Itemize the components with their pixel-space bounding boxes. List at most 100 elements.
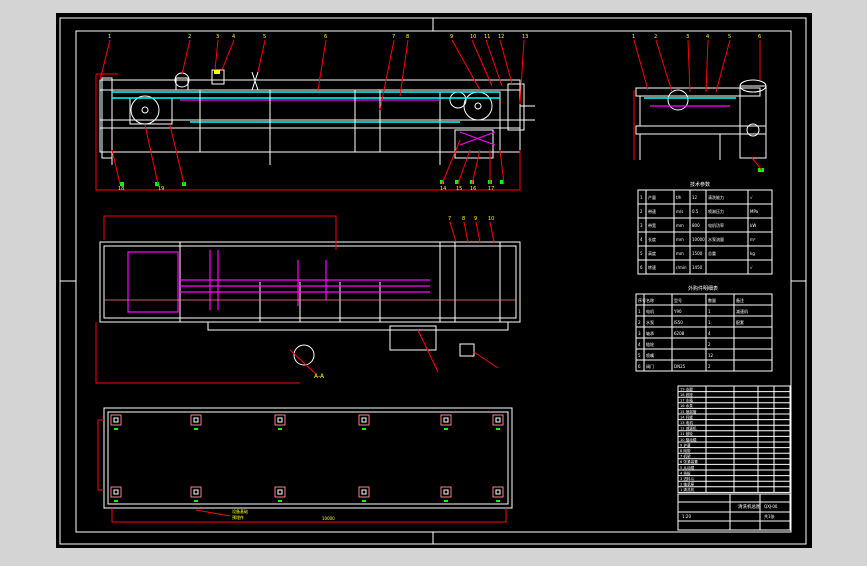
callout-label: 3 xyxy=(686,34,689,40)
table-cell: 转速 xyxy=(648,264,656,270)
table-cell: 电机 xyxy=(646,308,654,314)
table-cell: kg xyxy=(750,251,755,256)
bom-row: 14 托辊 xyxy=(680,414,693,419)
callout-label: 5 xyxy=(728,34,731,40)
table-cell: m/s xyxy=(676,209,683,214)
base-note-2: 预埋件 xyxy=(232,514,244,520)
bom-row: 9 护罩 xyxy=(680,442,691,447)
bom-row: 16 水泵 xyxy=(680,403,693,408)
callout-label: 17 xyxy=(488,186,494,192)
table-cell: 带宽 xyxy=(648,222,656,228)
callout-label: 13 xyxy=(522,34,528,40)
title-block-drawing-no: QXJ-00 xyxy=(764,504,778,509)
table-cell: kW xyxy=(750,223,756,228)
bom-row: 15 喷淋管 xyxy=(680,409,697,414)
table-cell: 800 xyxy=(692,223,700,228)
title-block-name: 清洗机总图 xyxy=(738,503,761,510)
table-cell: mm xyxy=(676,237,684,242)
callout-label: 11 xyxy=(484,34,490,40)
pad-marker xyxy=(278,500,282,502)
callout-label: 1 xyxy=(108,34,111,40)
bom-row: 6 张紧装置 xyxy=(680,459,698,464)
callout-label: 6 xyxy=(324,34,327,40)
bom-row: 8 网带 xyxy=(680,448,691,453)
bom-row: 10 驱动辊 xyxy=(680,437,697,442)
callout-label: 2 xyxy=(188,34,191,40)
table-cell: 6208 xyxy=(674,331,685,336)
table-cell: r/min xyxy=(676,265,687,270)
table-cell: 喷嘴 xyxy=(646,352,654,358)
pad-marker xyxy=(362,428,366,430)
bom-row: 18 底座 xyxy=(680,392,693,397)
bom-row: 7 机架 xyxy=(680,454,691,459)
callout-label: 2 xyxy=(654,34,657,40)
table-cell: 链轮 xyxy=(646,341,654,347)
table-cell: 10000 xyxy=(692,237,705,242)
table-header: 名称 xyxy=(646,297,654,303)
pad-marker xyxy=(194,500,198,502)
table-cell: 长度 xyxy=(648,236,656,242)
bom-row: 17 水箱 xyxy=(680,398,693,403)
bom-row: 3 进料斗 xyxy=(680,476,695,481)
callout-label: 4 xyxy=(232,34,235,40)
pad-marker xyxy=(114,428,118,430)
callout-label: 15 xyxy=(456,186,462,192)
cad-viewport[interactable]: 1 2 3 4 5 6 7 8 9 10 11 12 13 14 15 16 17 18 19 12 xyxy=(0,0,867,562)
table-cell: t/h xyxy=(676,195,682,200)
table-cell: 12 xyxy=(692,195,698,200)
section-label: A-A xyxy=(314,373,325,380)
bom-row: 2 轴承座 xyxy=(680,482,695,487)
bom-row: 4 挡板 xyxy=(680,470,691,475)
callout-label: 8 xyxy=(462,216,465,222)
bom-row: 5 从动辊 xyxy=(680,465,695,470)
callout-label: 7 xyxy=(448,216,451,222)
table-header: 备注 xyxy=(736,297,744,303)
table-cell: MPa xyxy=(750,209,759,214)
title-block-sheet: 共1张 xyxy=(764,513,775,519)
table-cell: 清洗能力 xyxy=(708,194,724,200)
table-cell: 减速机 xyxy=(736,308,748,314)
table-cell: 水泵 xyxy=(646,319,654,325)
tech-table-title: 技术参数 xyxy=(690,181,710,188)
pad-marker xyxy=(114,500,118,502)
table-header: 型号 xyxy=(674,297,682,303)
table-cell: 轴承 xyxy=(646,330,654,336)
callout-label: 3 xyxy=(216,34,219,40)
pad-marker xyxy=(278,428,282,430)
callout-label: 9 xyxy=(474,216,477,222)
callout-label: 14 xyxy=(440,186,446,192)
table-cell: √ xyxy=(750,265,753,270)
bom-row: 11 链轮 xyxy=(680,431,693,436)
table-header: 序号 xyxy=(638,297,646,303)
callout-label: 9 xyxy=(450,34,453,40)
callout-label: 12 xyxy=(498,34,504,40)
drawing-sheet: 1 2 3 4 5 6 7 8 9 10 11 12 1314 15 16 1718 19 12 xyxy=(56,13,812,548)
table-cell: 产量 xyxy=(648,194,656,200)
pad-marker xyxy=(444,428,448,430)
bom-row: 13 电机 xyxy=(680,420,693,425)
table-cell: 喷淋压力 xyxy=(708,208,724,214)
table-cell: 0.5 xyxy=(692,209,699,214)
callout-label: 1 xyxy=(632,34,635,40)
pad-marker xyxy=(496,500,500,502)
callout-label: 4 xyxy=(706,34,709,40)
table-cell: Y90 xyxy=(673,309,682,314)
bom-row: 19 支腿 xyxy=(680,386,693,391)
table-cell: DN25 xyxy=(674,364,686,369)
table-cell: 带速 xyxy=(648,208,656,214)
table-header: 数量 xyxy=(708,297,716,303)
table-cell: 配套 xyxy=(736,319,744,325)
table-cell: m³ xyxy=(750,237,756,242)
callout-label: 7 xyxy=(392,34,395,40)
table-cell: 水泵流量 xyxy=(708,236,724,242)
table-cell: 电机功率 xyxy=(708,222,724,228)
table-cell: √ xyxy=(750,195,753,200)
callout-label: 10 xyxy=(488,216,494,222)
table-cell: mm xyxy=(676,251,684,256)
table-cell: 1500 xyxy=(692,251,703,256)
callout-label: 8 xyxy=(406,34,409,40)
callout-label: 6 xyxy=(758,34,761,40)
callout-label: 10 xyxy=(470,34,476,40)
pad-marker xyxy=(496,428,500,430)
callout-label: 5 xyxy=(263,34,266,40)
